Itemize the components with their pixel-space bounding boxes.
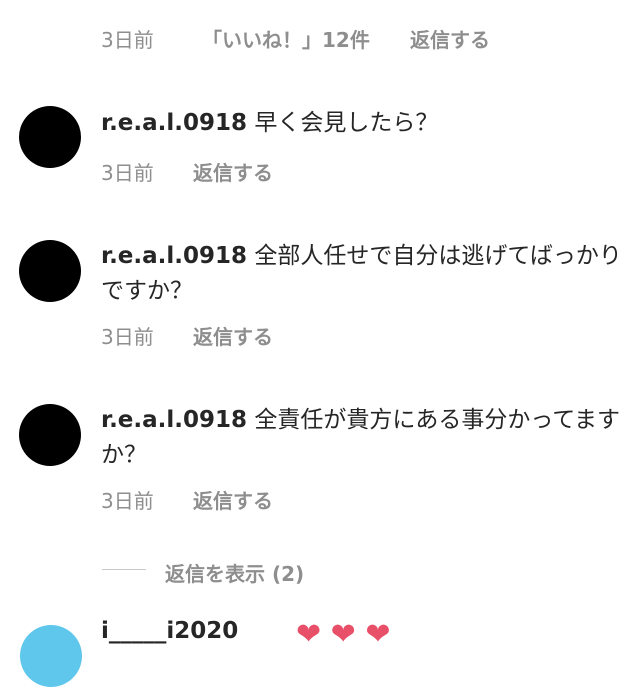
likes-count-link[interactable]: 「いいね！」12件	[202, 24, 370, 53]
comment-time: 3日前	[101, 325, 154, 349]
reply-button[interactable]: 返信する	[193, 485, 273, 514]
comment-text: 早く会見したら？	[254, 110, 439, 136]
reply-comment: r.e.a.l.0918 全部人任せで自分は逃げてばっかりですか？	[101, 239, 631, 309]
comment-username[interactable]: r.e.a.l.0918	[101, 110, 247, 136]
view-replies-divider	[102, 569, 146, 570]
heart-emoji-text: ❤ ❤ ❤	[296, 620, 390, 650]
view-replies-button[interactable]: 返信を表示 (2)	[165, 558, 304, 587]
comment-username[interactable]: r.e.a.l.0918	[101, 407, 247, 433]
reply-button[interactable]: 返信する	[410, 24, 490, 53]
comment-time: 3日前	[101, 28, 154, 52]
comment-time: 3日前	[101, 489, 154, 513]
reply-button[interactable]: 返信する	[193, 321, 273, 350]
avatar[interactable]	[20, 625, 82, 687]
avatar[interactable]	[19, 240, 81, 302]
avatar[interactable]	[19, 106, 81, 168]
comment-time: 3日前	[101, 161, 154, 185]
reply-button[interactable]: 返信する	[193, 157, 273, 186]
comment-username[interactable]: i_____i2020	[101, 618, 238, 644]
heart-icon: ❤ ❤ ❤	[296, 617, 391, 652]
comment-username[interactable]: r.e.a.l.0918	[101, 243, 247, 269]
reply-comment: r.e.a.l.0918 全責任が貴方にある事分かってますか？	[101, 403, 631, 473]
reply-comment: r.e.a.l.0918 早く会見したら？	[101, 106, 631, 141]
avatar[interactable]	[19, 404, 81, 466]
